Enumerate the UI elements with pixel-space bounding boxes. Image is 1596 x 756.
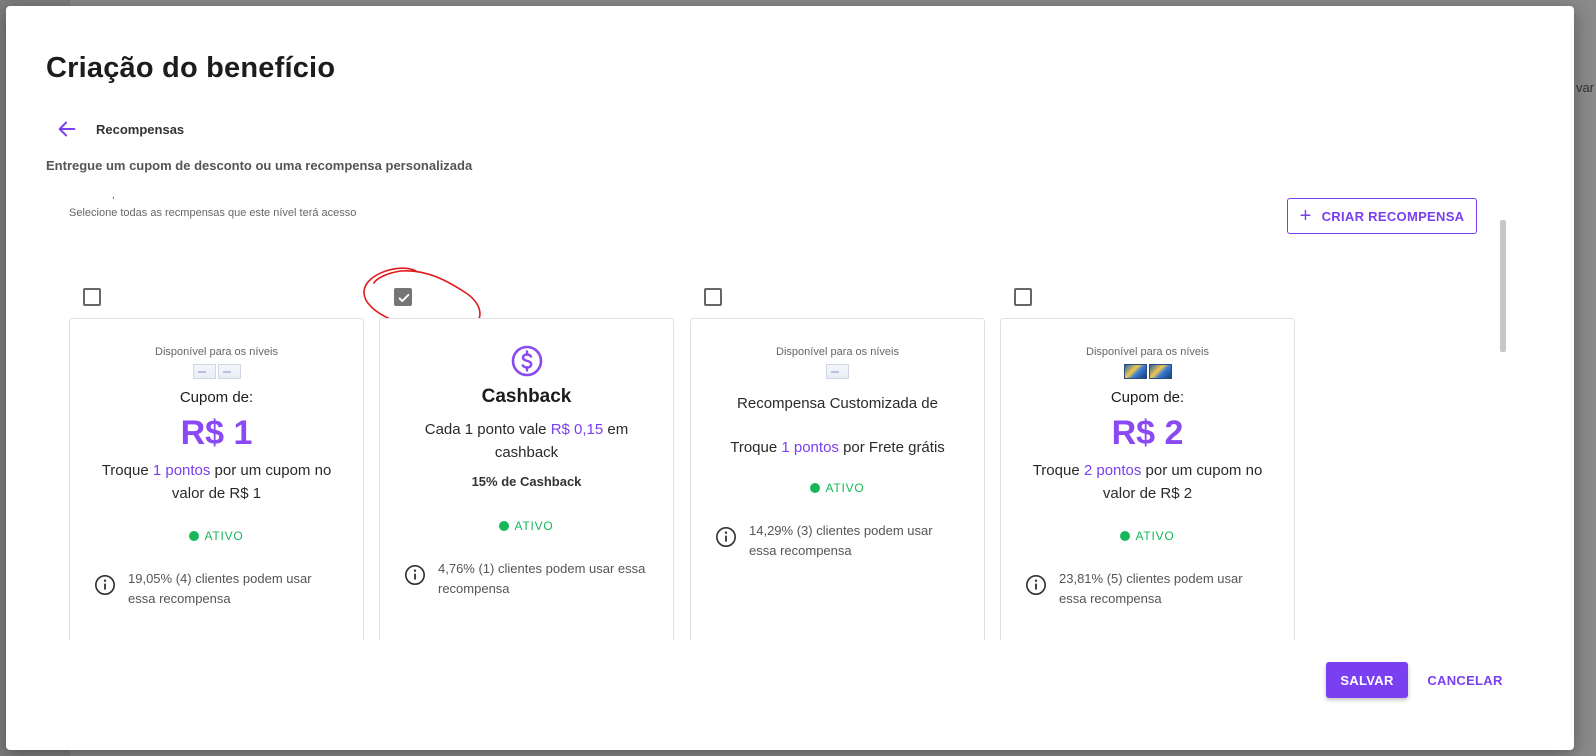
back-label: Recompensas <box>96 121 185 137</box>
eligibility-info: 23,81% (5) clientes podem usar essa reco… <box>1025 569 1270 609</box>
reward-description: Troque 2 pontos por um cupom no valor de… <box>1032 462 1263 502</box>
level-thumbnail <box>1123 364 1147 379</box>
available-levels-label: Disponível para os níveis <box>1086 346 1209 358</box>
eligibility-text: 4,76% (1) clientes podem usar essa recom… <box>438 561 646 596</box>
status-badge: ATIVO <box>691 481 984 495</box>
info-icon <box>405 565 425 585</box>
cashback-percentage: 15% de Cashback <box>471 474 582 489</box>
eligibility-text: 14,29% (3) clientes podem usar essa reco… <box>749 523 933 558</box>
cashback-value-highlight: R$ 0,15 <box>550 421 604 438</box>
info-icon <box>95 575 115 595</box>
create-reward-button[interactable]: + CRIAR RECOMPENSA <box>1287 198 1477 234</box>
status-dot-icon <box>499 521 510 531</box>
info-icon <box>1026 575 1046 595</box>
eligibility-text: 23,81% (5) clientes podem usar essa reco… <box>1059 571 1243 606</box>
level-thumbnail <box>192 364 216 379</box>
reward-checkbox-4[interactable] <box>1014 288 1032 306</box>
dollar-circle-icon <box>511 345 542 377</box>
reward-checkbox-1[interactable] <box>83 288 101 306</box>
create-reward-label: CRIAR RECOMPENSA <box>1321 208 1465 224</box>
available-levels-label: Disponível para os níveis <box>776 346 899 358</box>
back-navigation: Recompensas <box>56 118 184 140</box>
rewards-list: Disponível para os níveis Cupom de: R$ 1… <box>6 318 1574 640</box>
coupon-value: R$ 1 <box>180 414 253 452</box>
coupon-label: Cupom de: <box>1110 389 1185 406</box>
reward-description: Cada 1 ponto vale R$ 0,15 em cashback <box>424 421 629 461</box>
coupon-value: R$ 2 <box>1111 414 1184 452</box>
plus-icon: + <box>1299 205 1312 227</box>
eligibility-info: 14,29% (3) clientes podem usar essa reco… <box>715 521 960 561</box>
modal-title: Criação do benefício <box>46 52 336 84</box>
available-levels-label: Disponível para os níveis <box>155 346 278 358</box>
status-badge: ATIVO <box>70 529 363 543</box>
eligibility-text: 19,05% (4) clientes podem usar essa reco… <box>128 571 312 606</box>
level-thumbnail <box>217 364 241 379</box>
level-thumbnail <box>826 364 849 379</box>
helper-text: Selecione todas as recmpensas que este n… <box>69 207 357 219</box>
coupon-label: Cupom de: <box>179 389 254 406</box>
arrow-left-icon[interactable] <box>56 118 78 140</box>
reward-description: Troque 1 pontos por Frete grátis <box>730 439 945 456</box>
status-badge: ATIVO <box>1001 529 1294 543</box>
create-benefit-modal: Criação do benefício Recompensas Entregu… <box>6 6 1574 750</box>
backdrop-text: var <box>1575 80 1594 95</box>
section-subtitle: Entregue um cupom de desconto ou uma rec… <box>46 158 473 173</box>
reward-card-2[interactable]: Cashback Cada 1 ponto vale R$ 0,15 em ca… <box>379 318 674 640</box>
status-badge: ATIVO <box>380 519 673 533</box>
eligibility-info: 19,05% (4) clientes podem usar essa reco… <box>94 569 339 609</box>
eligibility-info: 4,76% (1) clientes podem usar essa recom… <box>404 559 649 599</box>
status-dot-icon <box>1120 531 1131 541</box>
info-icon <box>716 527 736 547</box>
reward-description: Troque 1 pontos por um cupom no valor de… <box>101 462 332 502</box>
cancel-button[interactable]: CANCELAR <box>1420 662 1510 698</box>
level-thumbnail <box>1148 364 1172 379</box>
reward-checkbox-3[interactable] <box>704 288 722 306</box>
level-thumbnails <box>70 364 363 379</box>
status-dot-icon <box>810 483 821 493</box>
save-button[interactable]: SALVAR <box>1326 662 1408 698</box>
reward-card-1[interactable]: Disponível para os níveis Cupom de: R$ 1… <box>69 318 364 640</box>
level-thumbnails <box>691 364 984 379</box>
status-dot-icon <box>189 531 200 541</box>
points-highlight: 1 pontos <box>152 462 211 479</box>
level-thumbnails <box>1001 364 1294 379</box>
stray-mark: , <box>112 190 115 201</box>
reward-title: Recompensa Customizada de <box>737 395 938 412</box>
reward-card-4[interactable]: Disponível para os níveis Cupom de: R$ 2… <box>1000 318 1295 640</box>
reward-title: Cashback <box>481 386 572 407</box>
points-highlight: 2 pontos <box>1083 462 1142 479</box>
reward-card-3[interactable]: Disponível para os níveis Recompensa Cus… <box>690 318 985 640</box>
points-highlight: 1 pontos <box>781 439 839 456</box>
